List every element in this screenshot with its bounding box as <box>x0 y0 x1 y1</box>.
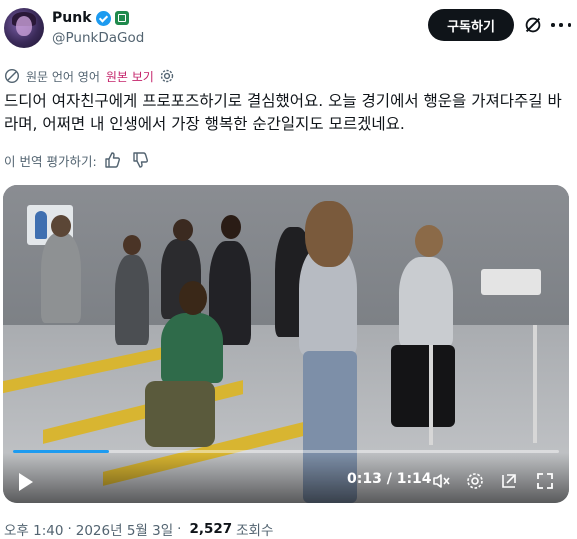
translation-info: 원문 언어 영어 원본 보기 <box>4 68 175 84</box>
show-original-link[interactable]: 원본 보기 <box>106 68 154 85</box>
video-progress-bar[interactable] <box>13 450 559 453</box>
rate-translation: 이 번역 평가하기: <box>4 151 149 169</box>
tweet-time[interactable]: 오후 1:40 <box>4 519 63 539</box>
tweet-text: 드디어 여자친구에게 프로포즈하기로 결심했어요. 오늘 경기에서 행운을 가져… <box>4 92 562 133</box>
avatar[interactable] <box>4 8 44 48</box>
views-label: 조회수 <box>236 523 274 539</box>
tweet-date[interactable]: 2026년 5월 3일 <box>76 519 173 539</box>
more-options-icon[interactable] <box>551 15 571 35</box>
fullscreen-icon[interactable] <box>535 471 555 491</box>
translation-source-label: 원문 언어 영어 <box>26 69 100 84</box>
bystander <box>115 255 149 345</box>
views-count: 2,527 <box>189 521 233 537</box>
thumbs-up-icon[interactable] <box>103 151 121 169</box>
video-time: 0:13 / 1:14 <box>347 471 432 487</box>
verified-badge-icon <box>95 10 111 26</box>
video-duration: 1:14 <box>396 471 432 487</box>
filming-woman <box>399 257 453 347</box>
video-progress-fill <box>13 450 110 453</box>
bystander <box>41 233 81 323</box>
video-time-separator: / <box>386 471 392 487</box>
rate-translation-label: 이 번역 평가하기: <box>4 153 97 169</box>
settings-gear-icon[interactable] <box>159 68 175 84</box>
author-handle[interactable]: @PunkDaGod <box>52 30 144 46</box>
volume-icon[interactable] <box>431 471 451 491</box>
tweet-footer: 오후 1:40 · 2026년 5월 3일 · 2,527 조회수 <box>4 519 274 539</box>
affiliate-badge-icon[interactable] <box>114 11 129 25</box>
footer-separator: · <box>67 521 72 537</box>
thumbs-down-icon[interactable] <box>131 151 149 169</box>
kneeling-man <box>161 313 223 383</box>
video-current-time: 0:13 <box>347 471 382 487</box>
translate-icon <box>4 68 20 84</box>
footer-separator: · <box>177 521 182 537</box>
tweet-header: Punk @PunkDaGod 구독하기 <box>0 0 577 58</box>
settings-icon[interactable] <box>465 471 485 491</box>
stanchion-post <box>533 325 537 443</box>
picture-in-picture-icon[interactable] <box>499 471 519 491</box>
grok-icon[interactable] <box>522 14 544 36</box>
author-name-row: Punk <box>52 9 129 27</box>
author-name[interactable]: Punk <box>52 10 92 26</box>
video-player[interactable]: 0:13 / 1:14 <box>3 185 569 503</box>
subscribe-button[interactable]: 구독하기 <box>428 9 514 41</box>
stanchion-post <box>429 345 433 445</box>
storage-box <box>481 269 541 295</box>
play-icon[interactable] <box>19 473 33 491</box>
